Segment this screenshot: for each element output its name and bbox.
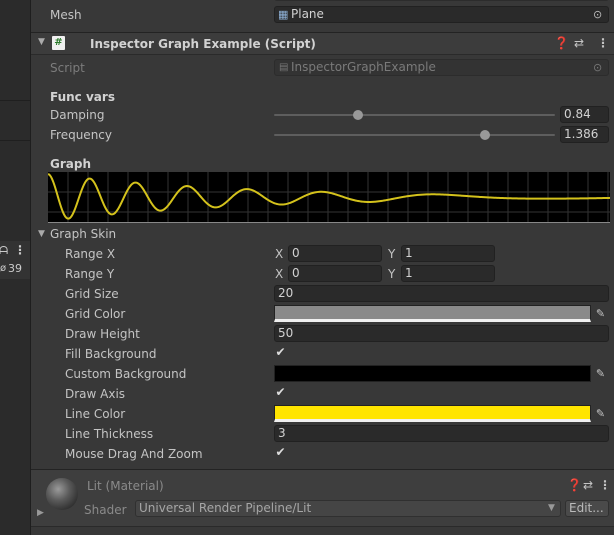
line-thickness-input[interactable]: 3 — [274, 425, 609, 442]
edit-button[interactable]: Edit... — [565, 500, 609, 517]
cutoff-field — [274, 0, 609, 1]
range-y-y-input[interactable]: 1 — [401, 265, 495, 282]
range-x-label: Range X — [65, 247, 116, 261]
fill-background-checkbox[interactable]: ✔ — [274, 346, 287, 359]
presets-icon[interactable]: ⇄ — [582, 478, 594, 492]
material-title: Lit (Material) — [87, 479, 164, 493]
material-header[interactable]: ▶ Lit (Material) ❓ ⇄ ⋮ Shader Universal … — [31, 469, 614, 527]
component-header[interactable]: ▼ # Inspector Graph Example (Script) ❓ ⇄… — [31, 32, 614, 55]
range-y-x-input[interactable]: 0 — [288, 265, 382, 282]
custom-background-label: Custom Background — [65, 367, 187, 381]
presets-icon[interactable]: ⇄ — [573, 36, 585, 50]
script-file-icon: ▤ — [279, 62, 289, 73]
damping-label: Damping — [50, 108, 105, 122]
panel-separator — [0, 100, 30, 101]
custom-background-swatch[interactable] — [274, 365, 591, 382]
script-value: InspectorGraphExample — [291, 60, 436, 74]
frequency-input[interactable]: 1.386 — [560, 126, 609, 143]
script-label: Script — [50, 61, 85, 75]
shader-label: Shader — [84, 503, 127, 517]
func-vars-heading: Func vars — [50, 90, 115, 104]
slider-track — [274, 114, 555, 116]
kebab-menu-icon[interactable]: ⋮ — [14, 243, 26, 257]
range-y-label: Range Y — [65, 267, 115, 281]
range-x-x-label: X — [275, 247, 284, 261]
csharp-script-icon: # — [52, 36, 65, 50]
draw-height-input[interactable]: 50 — [274, 325, 609, 342]
inspector-panel: Mesh ▦ Plane ⊙ ▼ # Inspector Graph Examp… — [31, 0, 614, 535]
line-color-swatch[interactable] — [274, 405, 591, 422]
mesh-icon: ▦ — [278, 8, 289, 21]
foldout-arrow-icon[interactable]: ▼ — [38, 37, 45, 47]
object-picker-icon[interactable]: ⊙ — [593, 7, 602, 22]
graph-canvas[interactable] — [48, 172, 610, 223]
grid-size-label: Grid Size — [65, 287, 119, 301]
range-y-y-label: Y — [388, 267, 396, 281]
mesh-label: Mesh — [50, 8, 82, 22]
damping-input[interactable]: 0.84 — [560, 106, 609, 123]
mouse-drag-label: Mouse Drag And Zoom — [65, 447, 203, 461]
help-icon[interactable]: ❓ — [554, 36, 569, 50]
shader-value: Universal Render Pipeline/Lit — [139, 501, 312, 515]
range-x-y-label: Y — [388, 247, 396, 261]
shader-dropdown[interactable]: Universal Render Pipeline/Lit ▼ — [135, 500, 561, 517]
grid-color-swatch[interactable] — [274, 305, 591, 322]
component-title: Inspector Graph Example (Script) — [90, 37, 316, 51]
mesh-field[interactable]: ▦ Plane ⊙ — [274, 6, 609, 23]
graph-heading: Graph — [50, 157, 91, 171]
slider-thumb[interactable] — [352, 110, 363, 120]
lock-icon[interactable]: ᗩ — [0, 244, 8, 258]
script-field: ▤ InspectorGraphExample ⊙ — [274, 59, 609, 76]
mouse-drag-checkbox[interactable]: ✔ — [274, 446, 287, 459]
status-block: ᗩ ⋮ ø 39 — [0, 241, 30, 279]
object-picker-icon: ⊙ — [593, 61, 603, 74]
frequency-label: Frequency — [50, 128, 112, 142]
range-x-y-input[interactable]: 1 — [401, 245, 495, 262]
material-preview-sphere — [46, 478, 78, 510]
eyedropper-icon[interactable]: ✎ — [592, 305, 609, 322]
status-count: 39 — [8, 262, 22, 275]
grid-size-input[interactable]: 20 — [274, 285, 609, 302]
line-color-label: Line Color — [65, 407, 126, 421]
draw-axis-checkbox[interactable]: ✔ — [274, 386, 287, 399]
graph-background — [48, 172, 610, 223]
kebab-menu-icon[interactable]: ⋮ — [599, 478, 611, 492]
line-thickness-label: Line Thickness — [65, 427, 154, 441]
eyedropper-icon[interactable]: ✎ — [592, 365, 609, 382]
fill-background-label: Fill Background — [65, 347, 157, 361]
range-y-x-label: X — [275, 267, 284, 281]
kebab-menu-icon[interactable]: ⋮ — [597, 36, 609, 50]
chevron-down-icon: ▼ — [548, 503, 555, 513]
range-x-x-input[interactable]: 0 — [288, 245, 382, 262]
foldout-arrow-icon[interactable]: ▶ — [37, 508, 44, 518]
mesh-value: Plane — [291, 7, 324, 21]
grid-color-label: Grid Color — [65, 307, 126, 321]
hidden-objects-icon: ø — [0, 263, 7, 274]
hierarchy-panel: ᗩ ⋮ ø 39 — [0, 0, 31, 535]
eyedropper-icon[interactable]: ✎ — [592, 405, 609, 422]
frequency-slider[interactable] — [274, 127, 555, 143]
help-icon[interactable]: ❓ — [567, 478, 582, 492]
panel-separator — [0, 140, 30, 141]
slider-thumb[interactable] — [479, 130, 490, 140]
draw-axis-label: Draw Axis — [65, 387, 126, 401]
damping-slider[interactable] — [274, 107, 555, 123]
foldout-arrow-icon[interactable]: ▼ — [38, 229, 45, 239]
graph-skin-heading[interactable]: Graph Skin — [50, 226, 116, 242]
draw-height-label: Draw Height — [65, 327, 140, 341]
slider-track — [274, 134, 555, 136]
